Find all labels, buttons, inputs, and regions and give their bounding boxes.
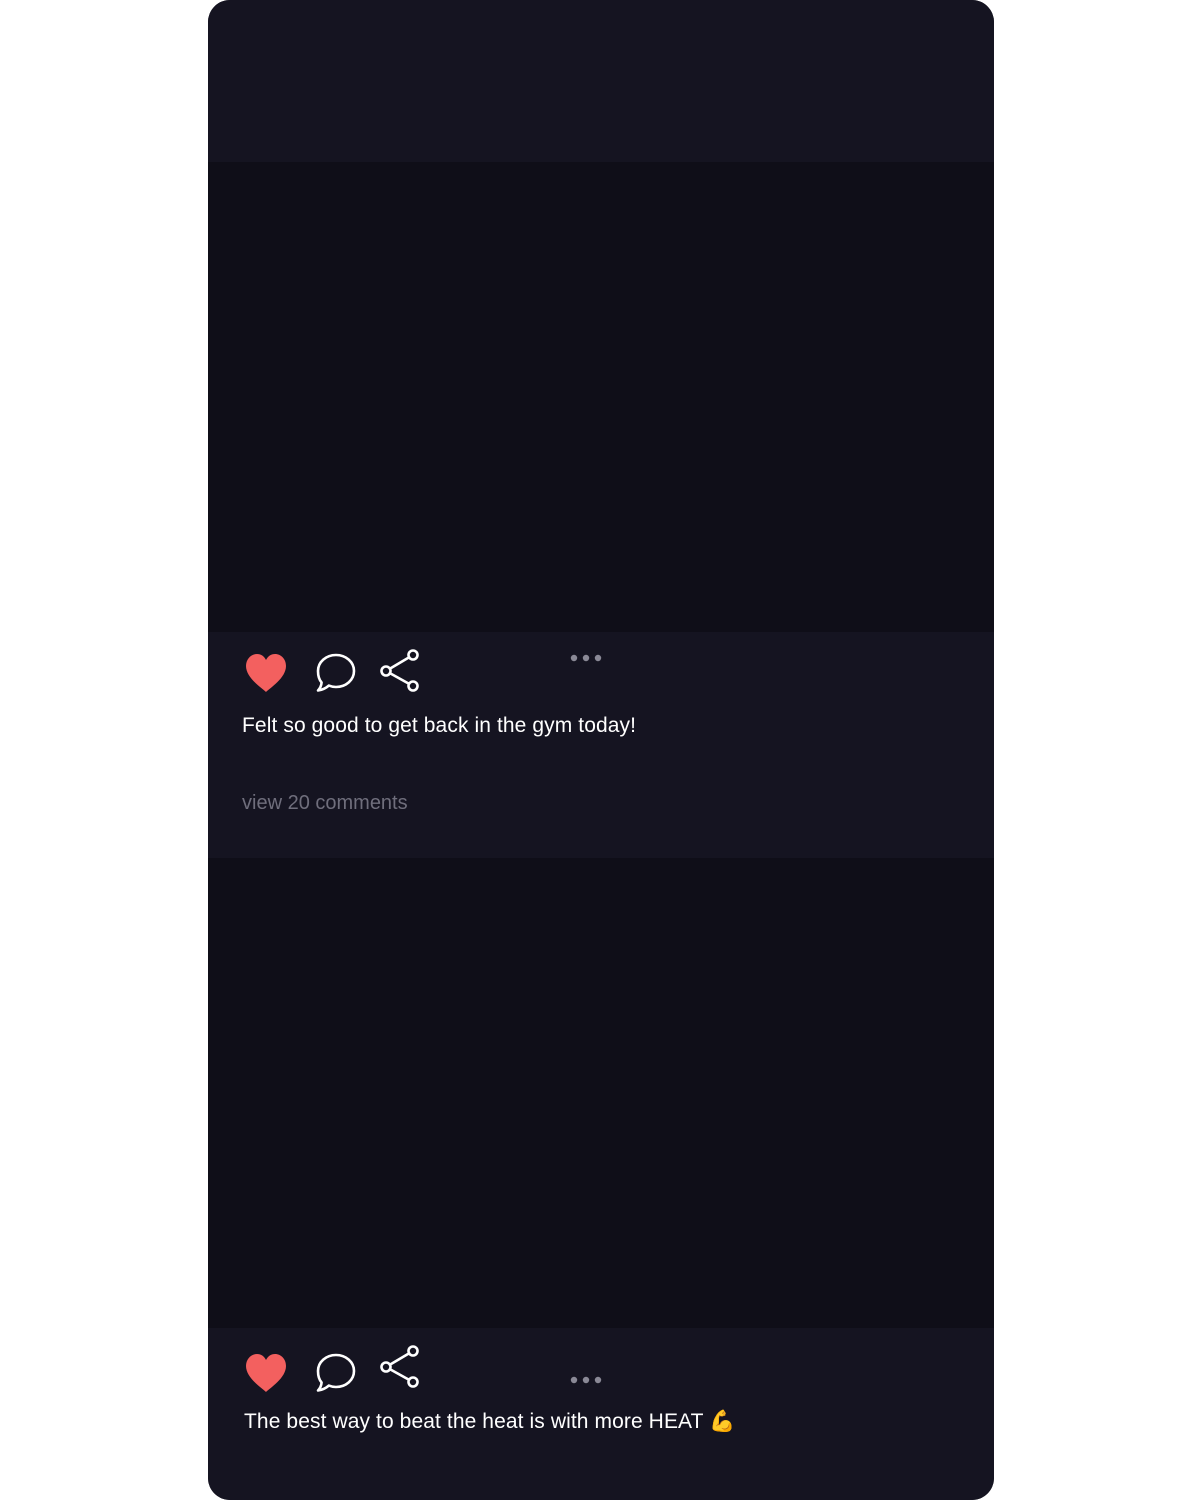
share-icon[interactable] [378,648,422,694]
more-options-icon[interactable] [569,653,603,663]
share-icon[interactable] [378,1344,422,1390]
heart-icon[interactable] [244,652,288,694]
feed-screen: Felt so good to get back in the gym toda… [208,0,994,1500]
post-caption: The best way to beat the heat is with mo… [244,1410,736,1433]
speech-bubble-icon[interactable] [314,652,358,694]
post-caption: Felt so good to get back in the gym toda… [242,714,637,737]
speech-bubble-icon[interactable] [314,1352,358,1394]
view-comments-link[interactable]: view 20 comments [242,792,408,815]
more-options-icon[interactable] [569,1375,603,1385]
heart-icon[interactable] [244,1352,288,1394]
post-image[interactable] [208,162,994,632]
post-image[interactable] [208,858,994,1328]
post-actions-bar: The best way to beat the heat is with mo… [208,1328,994,1500]
post-actions-bar: Felt so good to get back in the gym toda… [208,632,994,858]
top-bar [208,0,994,162]
